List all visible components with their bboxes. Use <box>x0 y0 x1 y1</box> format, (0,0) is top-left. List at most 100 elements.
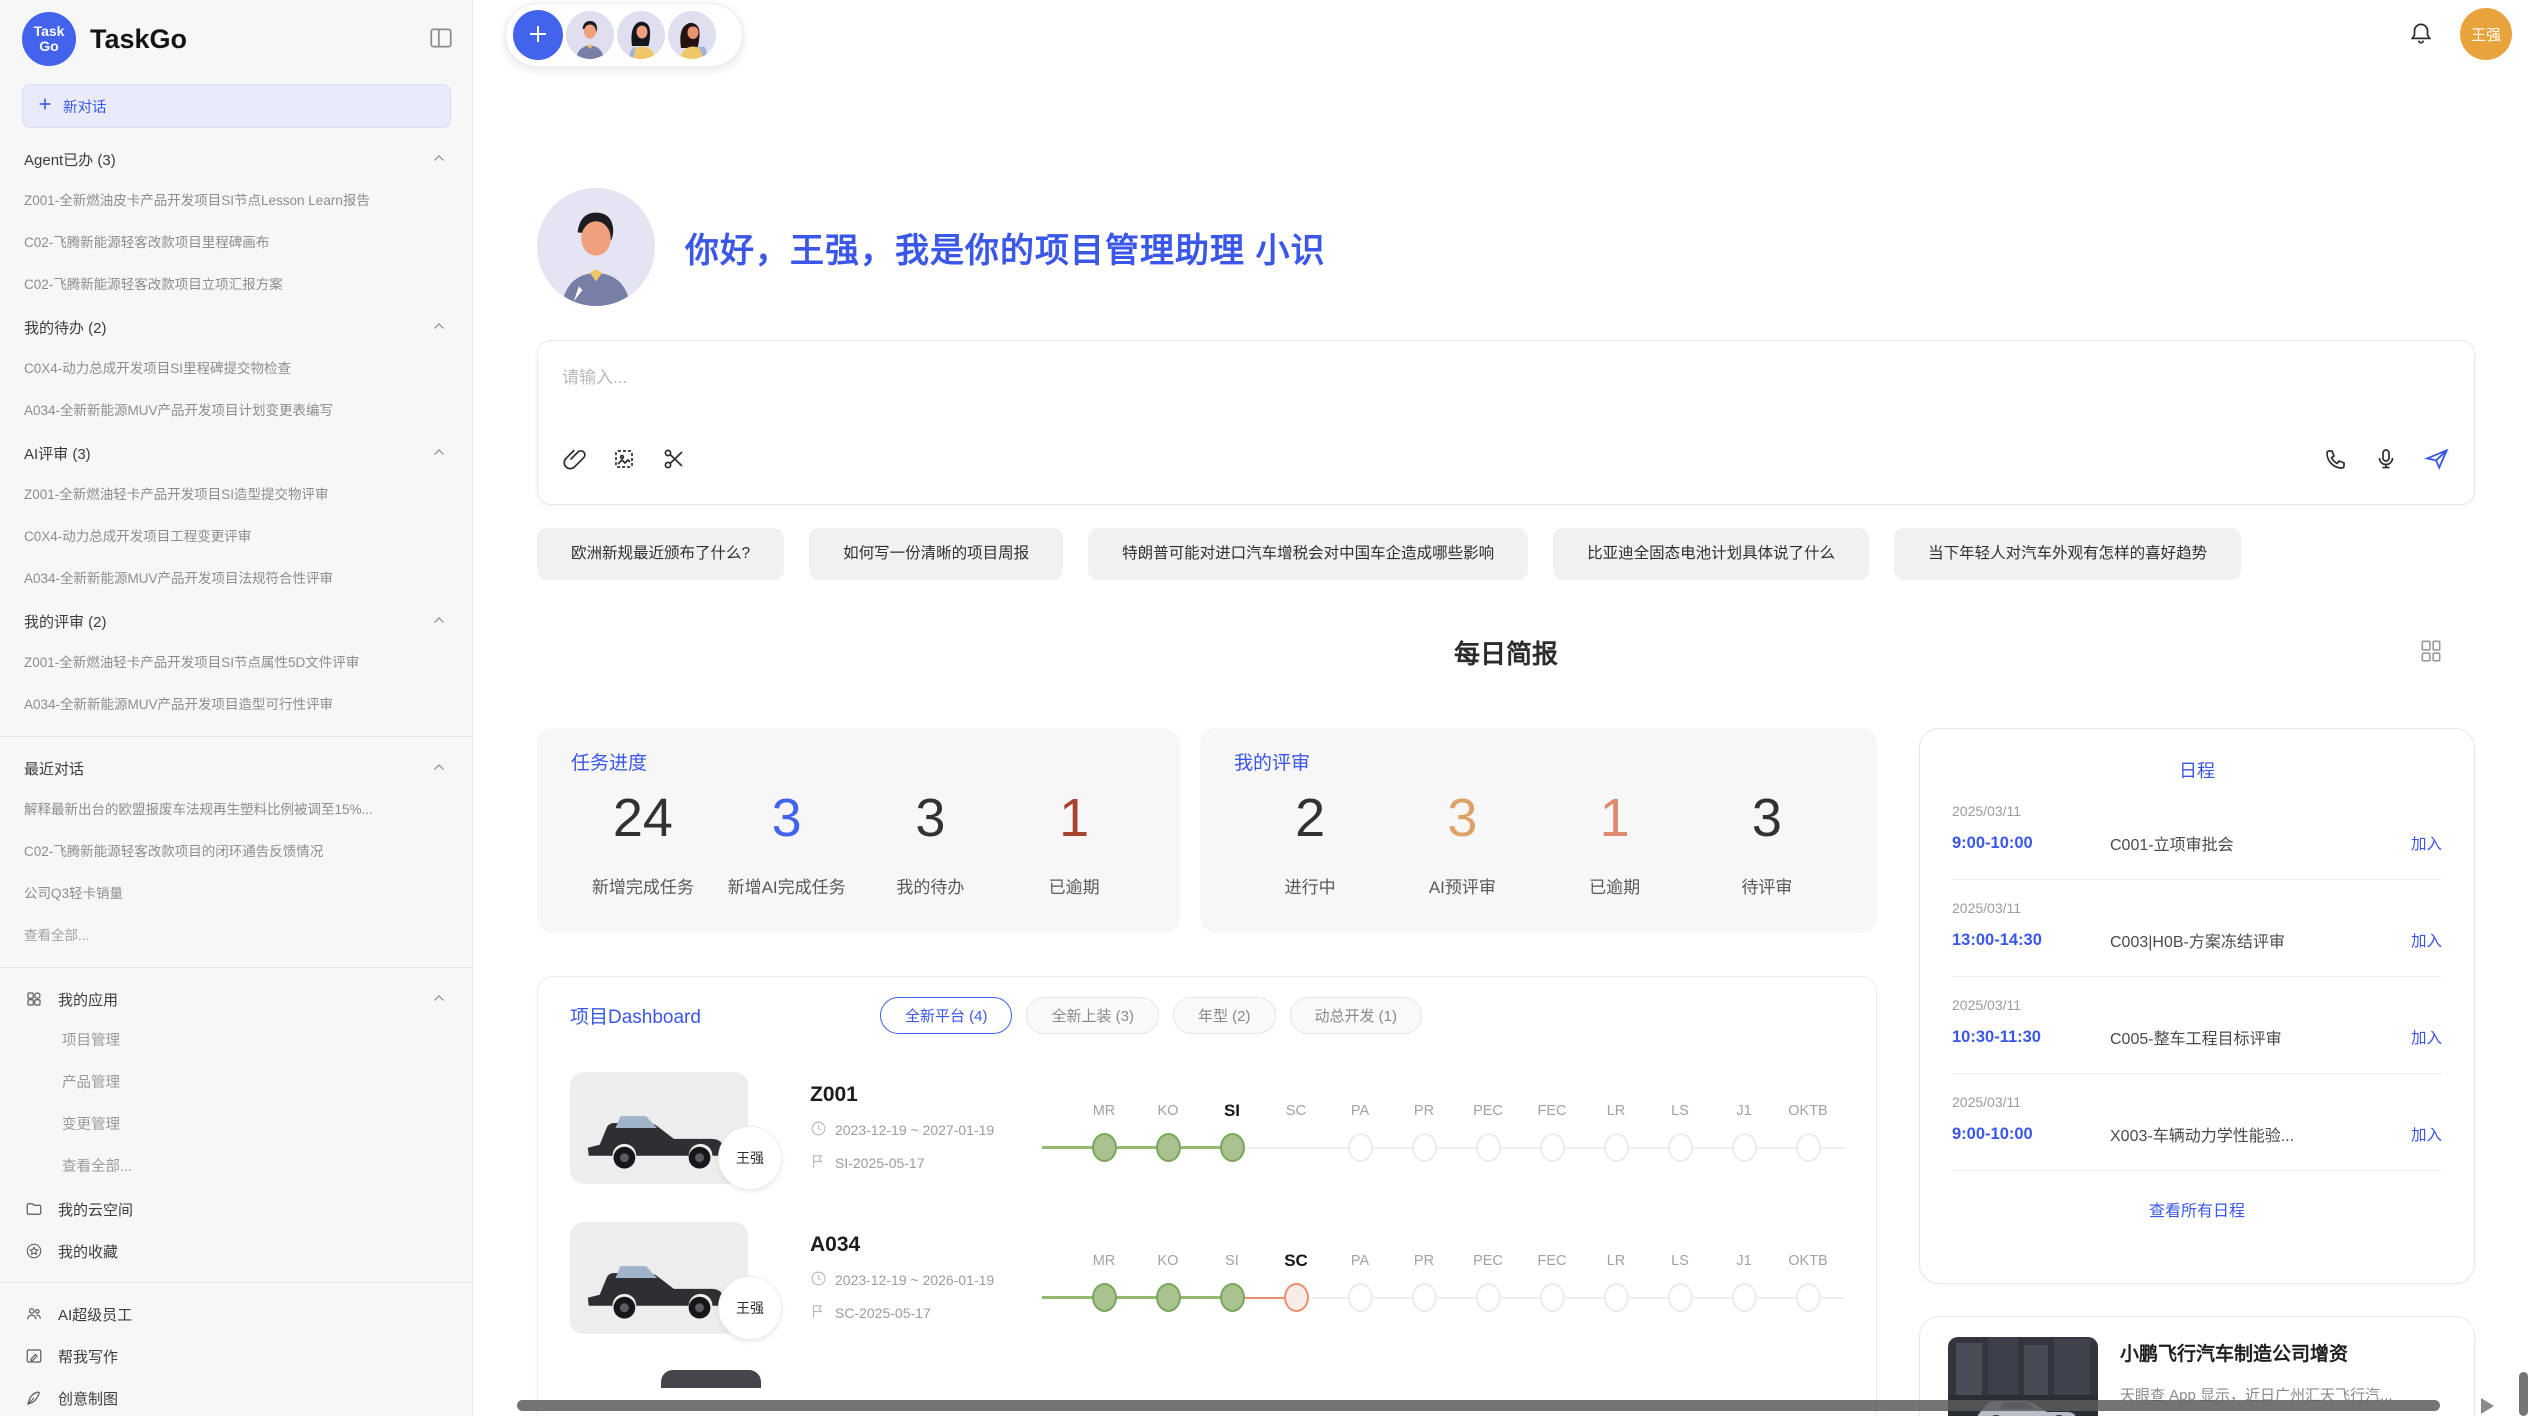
milestone-dot <box>1668 1133 1693 1162</box>
sidebar-item[interactable]: A034-全新新能源MUV产品开发项目计划变更表编写 <box>0 390 472 432</box>
sidebar-item-product-mgmt[interactable]: 产品管理 <box>0 1062 472 1104</box>
project-dates-text: 2023-12-19 ~ 2027-01-19 <box>835 1122 994 1138</box>
sidebar-item[interactable]: C0X4-动力总成开发项目工程变更评审 <box>0 516 472 558</box>
sidebar-section-ai-review[interactable]: AI评审 (3) <box>0 432 472 474</box>
suggestion-chip[interactable]: 如何写一份清晰的项目周报 <box>809 528 1063 580</box>
voice-call-button[interactable] <box>2324 447 2348 474</box>
stat-label: AI预评审 <box>1386 873 1538 898</box>
sidebar-view-all-chats[interactable]: 查看全部... <box>0 915 472 957</box>
sidebar-item-label: 我的收藏 <box>58 1241 118 1262</box>
sidebar-section-my-todo[interactable]: 我的待办 (2) <box>0 306 472 348</box>
milestone: PA <box>1328 1097 1392 1162</box>
stats: 24 新增完成任务 3 新增AI完成任务 3 我的待办 1 <box>571 787 1146 898</box>
milestone-dot <box>1796 1133 1821 1162</box>
user-avatar[interactable]: 王强 <box>2460 8 2512 60</box>
tab-model-year[interactable]: 年型 (2) <box>1173 997 1276 1034</box>
sidebar-section-recent-chats[interactable]: 最近对话 <box>0 747 472 789</box>
agent-avatar[interactable] <box>566 11 614 59</box>
stat-new-ai-completed: 3 新增AI完成任务 <box>715 787 859 898</box>
sidebar-item[interactable]: Z001-全新燃油轻卡产品开发项目SI造型提交物评审 <box>0 474 472 516</box>
milestone-label: PA <box>1328 1097 1392 1125</box>
sidebar-section-agent-done[interactable]: Agent已办 (3) <box>0 138 472 180</box>
join-link[interactable]: 加入 <box>2411 832 2442 854</box>
agent-avatar[interactable] <box>668 11 716 59</box>
sidebar-item[interactable]: Z001-全新燃油皮卡产品开发项目SI节点Lesson Learn报告 <box>0 180 472 222</box>
sidebar-item-help-me-write[interactable]: 帮我写作 <box>0 1335 472 1377</box>
chevron-up-icon <box>430 759 448 777</box>
tab-powertrain[interactable]: 动总开发 (1) <box>1290 997 1423 1034</box>
suggestion-chip[interactable]: 特朗普可能对进口汽车增税会对中国车企造成哪些影响 <box>1088 528 1528 580</box>
milestone: OKTB <box>1776 1247 1840 1312</box>
greeting-text: 你好，王强，我是你的项目管理助理 小识 <box>685 223 1325 272</box>
project-row-z001[interactable]: 王强 Z001 2023-12-19 ~ 2027-01-19 SI-2025-… <box>570 1072 1844 1184</box>
sidebar-collapse-button[interactable] <box>428 25 454 54</box>
milestone-label: KO <box>1136 1097 1200 1125</box>
milestone-dot-overdue <box>1284 1283 1309 1312</box>
milestone: SC <box>1264 1097 1328 1162</box>
milestone: PEC <box>1456 1247 1520 1312</box>
sidebar-item-cloud-space[interactable]: 我的云空间 <box>0 1188 472 1230</box>
section-title: 我的评审 (2) <box>24 611 107 632</box>
send-button[interactable] <box>2424 446 2450 475</box>
send-icon <box>2424 446 2450 475</box>
sidebar-item-favorites[interactable]: 我的收藏 <box>0 1230 472 1272</box>
project-row-a034[interactable]: 王强 A034 2023-12-19 ~ 2026-01-19 SC-2025-… <box>570 1222 1844 1334</box>
suggestion-chip[interactable]: 欧洲新规最近颁布了什么? <box>537 528 784 580</box>
sidebar-item[interactable]: C02-飞腾新能源轻客改款项目里程碑画布 <box>0 222 472 264</box>
event-name: C003|H0B-方案冻结评审 <box>2110 928 2411 952</box>
sidebar-item[interactable]: A034-全新新能源MUV产品开发项目法规符合性评审 <box>0 558 472 600</box>
join-link[interactable]: 加入 <box>2411 1026 2442 1048</box>
sidebar-item-project-mgmt[interactable]: 项目管理 <box>0 1020 472 1062</box>
vertical-scrollbar-thumb[interactable] <box>2519 1372 2528 1416</box>
sidebar-item[interactable]: 解释最新出台的欧盟报废车法规再生塑料比例被调至15%... <box>0 789 472 831</box>
horizontal-scrollbar-thumb[interactable] <box>517 1400 2440 1411</box>
event-name: C001-立项审批会 <box>2110 831 2411 855</box>
tab-new-platform[interactable]: 全新平台 (4) <box>880 997 1013 1034</box>
stat-value: 3 <box>715 787 859 849</box>
sidebar-item[interactable]: C02-飞腾新能源轻客改款项目的闭环通告反馈情况 <box>0 831 472 873</box>
sidebar-section-my-review[interactable]: 我的评审 (2) <box>0 600 472 642</box>
scroll-right-arrow[interactable] <box>2481 1398 2494 1414</box>
microphone-button[interactable] <box>2374 447 2398 474</box>
folder-icon <box>24 1200 44 1218</box>
milestone-label-current: SI <box>1200 1097 1264 1125</box>
sidebar-item[interactable]: 公司Q3轻卡销量 <box>0 873 472 915</box>
sidebar-item-creative-drawing[interactable]: 创意制图 <box>0 1377 472 1416</box>
milestone-label: PR <box>1392 1247 1456 1275</box>
composer-input[interactable] <box>562 363 2450 441</box>
milestone-dot <box>1348 1283 1373 1312</box>
sidebar-item-ai-super-staff[interactable]: AI超级员工 <box>0 1293 472 1335</box>
suggestion-chips: 欧洲新规最近颁布了什么? 如何写一份清晰的项目周报 特朗普可能对进口汽车增税会对… <box>537 528 2477 580</box>
sidebar-item-my-apps[interactable]: 我的应用 <box>0 978 472 1020</box>
sidebar-view-all-apps[interactable]: 查看全部... <box>0 1146 472 1188</box>
briefing-layout-button[interactable] <box>2418 638 2444 667</box>
suggestion-chip[interactable]: 当下年轻人对汽车外观有怎样的喜好趋势 <box>1894 528 2241 580</box>
milestone-dot <box>1540 1283 1565 1312</box>
new-chat-button[interactable]: 新对话 <box>22 84 451 128</box>
sidebar-item[interactable]: Z001-全新燃油轻卡产品开发项目SI节点属性5D文件评审 <box>0 642 472 684</box>
add-agent-button[interactable] <box>513 10 563 60</box>
stats-row: 任务进度 24 新增完成任务 3 新增AI完成任务 3 我的待办 <box>537 728 1877 933</box>
image-button[interactable] <box>612 447 636 474</box>
project-code: A034 <box>810 1233 1042 1257</box>
suggestion-chip[interactable]: 比亚迪全固态电池计划具体说了什么 <box>1553 528 1869 580</box>
sidebar-item-change-mgmt[interactable]: 变更管理 <box>0 1104 472 1146</box>
schedule-event: 2025/03/11 10:30-11:30 C005-整车工程目标评审 加入 <box>1952 977 2442 1074</box>
agent-avatar[interactable] <box>617 11 665 59</box>
view-all-schedule-button[interactable]: 查看所有日程 <box>2149 1197 2245 1221</box>
sidebar-item[interactable]: A034-全新新能源MUV产品开发项目造型可行性评审 <box>0 684 472 726</box>
scissors-button[interactable] <box>662 447 686 474</box>
attach-button[interactable] <box>562 447 586 474</box>
chevron-up-icon <box>430 318 448 336</box>
sidebar-item-label: AI超级员工 <box>58 1304 132 1325</box>
sidebar-item[interactable]: C0X4-动力总成开发项目SI里程碑提交物检查 <box>0 348 472 390</box>
scissors-icon <box>662 447 686 474</box>
milestone: OKTB <box>1776 1097 1840 1162</box>
join-link[interactable]: 加入 <box>2411 1123 2442 1145</box>
stat-value: 3 <box>1386 787 1538 849</box>
section-title: 我的待办 (2) <box>24 317 107 338</box>
tab-new-body[interactable]: 全新上装 (3) <box>1026 997 1159 1034</box>
notifications-button[interactable] <box>2408 20 2434 49</box>
sidebar-item[interactable]: C02-飞腾新能源轻客改款项目立项汇报方案 <box>0 264 472 306</box>
join-link[interactable]: 加入 <box>2411 929 2442 951</box>
